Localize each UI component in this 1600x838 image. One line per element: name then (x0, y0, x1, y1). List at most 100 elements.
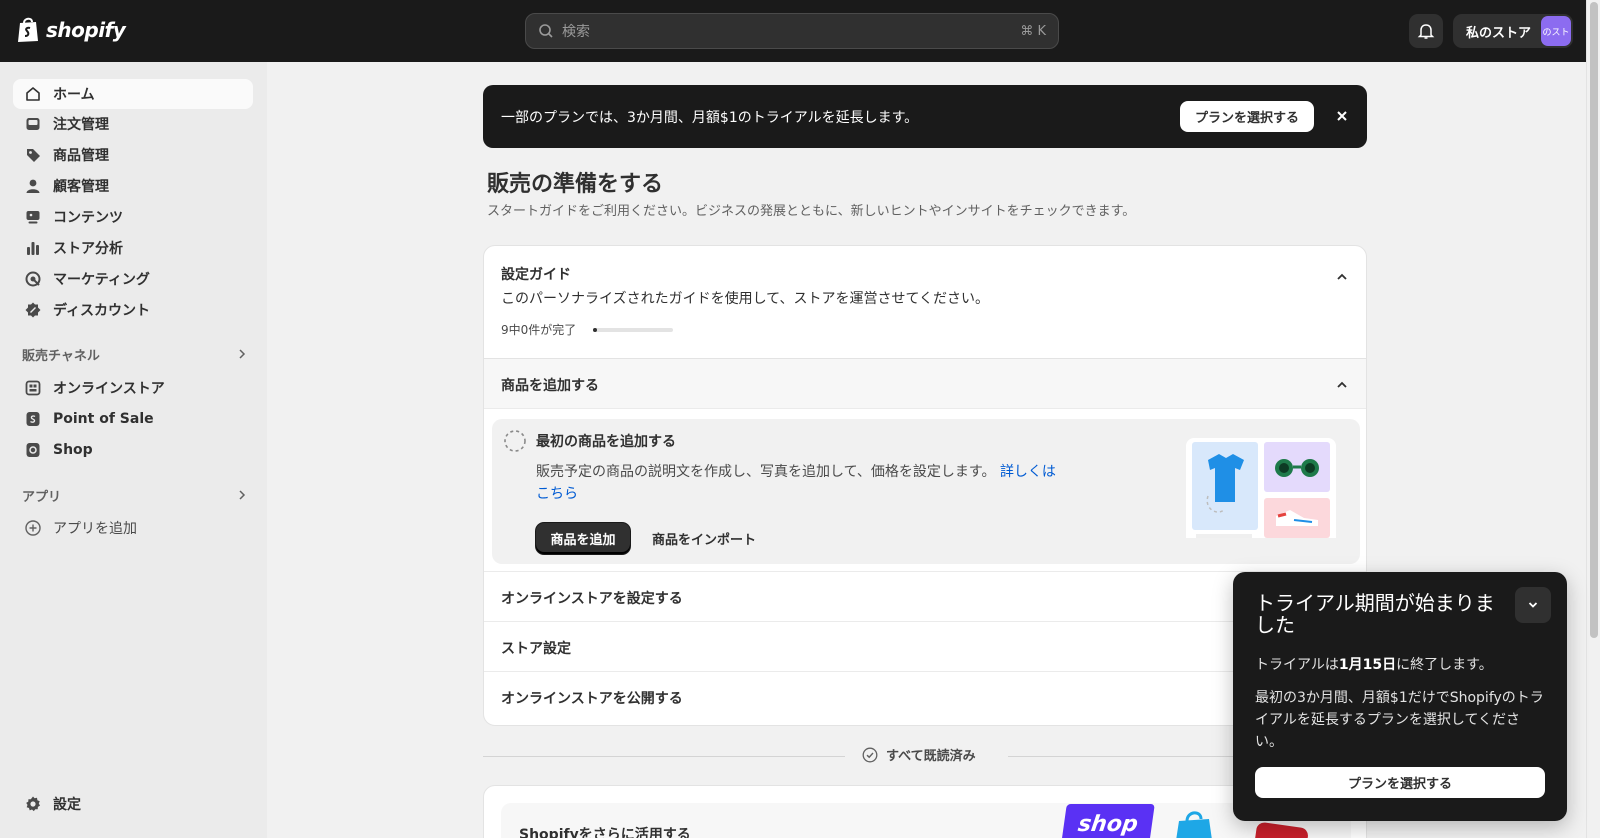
guide-title: 設定ガイド (501, 267, 571, 283)
import-products-button[interactable]: 商品をインポート (652, 523, 756, 554)
sidebar-item-shop[interactable]: Shop (13, 435, 253, 465)
sidebar-item-orders[interactable]: 注文管理 (13, 109, 253, 139)
search-input[interactable]: 検索 ⌘ K (525, 13, 1059, 49)
page-scrollbar[interactable] (1586, 0, 1600, 838)
sidebar-item-discounts[interactable]: ディスカウント (13, 295, 253, 325)
logo-text: shopify (46, 17, 126, 42)
sidebar-item-label: 注文管理 (53, 117, 109, 133)
popup-line1-suffix: に終了します。 (1396, 657, 1493, 673)
sales-channels-title: 販売チャネル (22, 348, 100, 364)
sidebar-item-label: コンテンツ (53, 210, 123, 226)
select-plan-button[interactable]: プランを選択する (1180, 101, 1314, 132)
home-icon (26, 87, 40, 101)
app-icon (1252, 822, 1308, 838)
task-add-first-product: 最初の商品を追加する 販売予定の商品の説明文を作成し、写真を追加して、価格を設定… (492, 419, 1360, 564)
discount-icon (25, 302, 41, 318)
apps-header[interactable]: アプリ (22, 484, 248, 506)
sidebar-item-online-store[interactable]: オンラインストア (13, 373, 253, 403)
notifications-button[interactable] (1409, 14, 1443, 48)
page-subtitle: スタートガイドをご利用ください。ビジネスの発展とともに、新しいヒントやインサイト… (487, 204, 1136, 219)
sidebar-item-label: 商品管理 (53, 148, 109, 164)
check-circle-icon (862, 747, 878, 762)
shop-icon (26, 443, 40, 457)
chevron-up-icon[interactable] (1335, 270, 1349, 284)
person-icon (26, 179, 40, 193)
task-status-circle-icon[interactable] (503, 429, 527, 453)
plus-circle-icon (25, 520, 41, 536)
chevron-right-icon (239, 349, 246, 359)
trial-banner: 一部のプランでは、3か月間、月額$1のトライアルを延長します。 プランを選択する (483, 85, 1367, 148)
sidebar-item-analytics[interactable]: ストア分析 (13, 233, 253, 263)
popup-collapse-button[interactable] (1515, 587, 1551, 623)
products-illustration-art (1192, 442, 1330, 538)
top-bar: shopify 検索 ⌘ K 私のストア のスト (0, 0, 1586, 62)
banner-text: 一部のプランでは、3か月間、月額$1のトライアルを延長します。 (501, 110, 919, 126)
add-product-button[interactable]: 商品を追加 (536, 523, 630, 554)
sidebar-item-home[interactable]: ホーム (13, 79, 253, 109)
popup-select-plan-button[interactable]: プランを選択する (1255, 767, 1545, 798)
guide-description: このパーソナライズされたガイドを使用して、ストアを運営させてください。 (501, 291, 990, 307)
progress-bar (593, 328, 673, 332)
get-more-inner: Shopifyをさらに活用する shop (501, 803, 1351, 838)
search-placeholder: 検索 (562, 24, 590, 40)
store-avatar: のスト (1541, 16, 1571, 46)
sidebar-item-label: ディスカウント (53, 303, 151, 319)
popup-line1-prefix: トライアルは (1255, 657, 1339, 673)
sidebar-item-label: Shop (53, 442, 93, 458)
progress-label: 9中0件が完了 (501, 323, 577, 337)
store-name: 私のストア (1466, 25, 1532, 41)
popup-title: トライアル期間が始まりました (1255, 591, 1495, 637)
shop-app-logo: shop (1061, 804, 1155, 838)
chevron-down-icon (1528, 602, 1538, 608)
target-icon (25, 271, 41, 287)
trial-started-popup: トライアル期間が始まりました トライアルは1月15日に終了します。 最初の3か月… (1233, 572, 1567, 821)
sidebar-item-content[interactable]: コンテンツ (13, 202, 253, 232)
popup-trial-end: トライアルは1月15日に終了します。 (1255, 654, 1493, 674)
sidebar-item-label: Point of Sale (53, 411, 154, 427)
sidebar-item-pos[interactable]: Point of Sale (13, 404, 253, 434)
sidebar-item-customers[interactable]: 顧客管理 (13, 171, 253, 201)
scrollbar-thumb[interactable] (1590, 2, 1598, 638)
chevron-right-icon (239, 490, 246, 500)
content-icon (26, 211, 40, 224)
step-label: オンラインストアを公開する (501, 691, 683, 707)
sidebar-item-label: ストア分析 (53, 241, 123, 257)
add-app-button[interactable]: アプリを追加 (13, 513, 253, 543)
online-store-icon (25, 380, 41, 396)
shopify-logo[interactable]: shopify (16, 16, 126, 43)
sidebar-item-label: 顧客管理 (53, 179, 109, 195)
sidebar-item-label: ホーム (53, 87, 95, 103)
popup-description: 最初の3か月間、月額$1だけでShopifyのトライアルを延長するプランを選択し… (1255, 690, 1544, 750)
bell-icon (1417, 24, 1435, 39)
popup-trial-date: 1月15日 (1338, 657, 1397, 673)
tag-icon (27, 149, 40, 162)
close-icon[interactable] (1334, 108, 1350, 124)
divider (1008, 756, 1234, 757)
bar-chart-icon (27, 242, 39, 255)
all-read-marker: すべて既読済み (862, 745, 976, 764)
sales-channels-header[interactable]: 販売チャネル (22, 343, 248, 365)
sidebar-item-label: マーケティング (53, 272, 150, 288)
step-label: 商品を追加する (501, 378, 599, 394)
sidebar-item-products[interactable]: 商品管理 (13, 140, 253, 170)
chevron-up-icon (1337, 381, 1347, 388)
inbox-icon (26, 118, 40, 130)
gear-icon (26, 796, 40, 812)
store-menu-button[interactable]: 私のストア のスト (1453, 14, 1573, 48)
sidebar-item-label: 設定 (53, 797, 81, 813)
step-label: オンラインストアを設定する (501, 591, 683, 607)
task-title: 最初の商品を追加する (536, 434, 676, 450)
shopify-bag-icon (1176, 811, 1212, 838)
search-shortcut: ⌘ K (1020, 23, 1046, 39)
progress-fill (593, 328, 597, 332)
sidebar: ホーム 注文管理 商品管理 顧客管理 コンテンツ ストア分析 マーケティング デ… (0, 62, 267, 838)
step-add-products-header[interactable]: 商品を追加する (484, 358, 1366, 409)
sidebar-item-settings[interactable]: 設定 (13, 789, 253, 819)
sidebar-item-marketing[interactable]: マーケティング (13, 264, 253, 294)
add-app-label: アプリを追加 (53, 521, 137, 537)
task-description: 販売予定の商品の説明文を作成し、写真を追加して、価格を設定します。 詳しくはこち… (536, 461, 1066, 505)
search-icon (539, 24, 553, 38)
pos-icon (26, 412, 40, 426)
all-read-label: すべて既読済み (886, 749, 976, 764)
get-more-title: Shopifyをさらに活用する (519, 827, 691, 838)
